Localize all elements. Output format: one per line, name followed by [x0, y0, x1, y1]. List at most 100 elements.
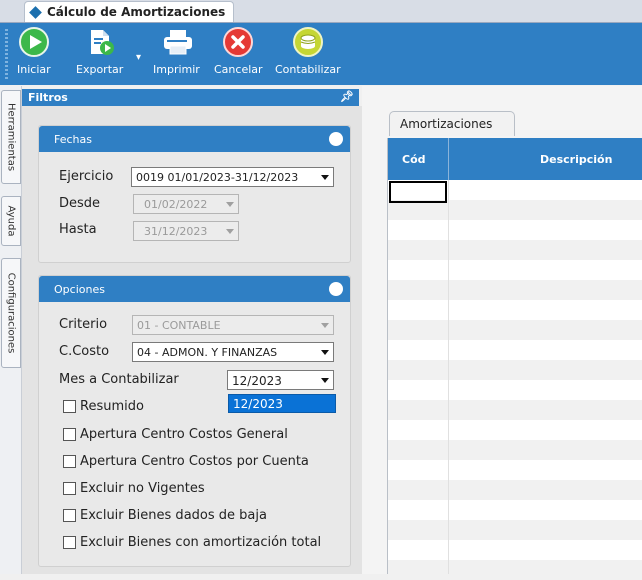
hasta-date-field[interactable]: 31/12/2023 — [133, 221, 239, 241]
table-row[interactable] — [388, 240, 642, 260]
tab-amortizaciones-label: Amortizaciones — [400, 117, 493, 131]
column-header-descripcion[interactable]: Descripción — [449, 138, 642, 180]
toolbar: Iniciar Exportar ▾ Imprimir Cancelar Con… — [0, 23, 642, 85]
grid-header: Cód Descripción — [388, 138, 642, 180]
chevron-down-icon — [321, 323, 329, 328]
table-row[interactable] — [388, 340, 642, 360]
selected-cell[interactable] — [389, 181, 447, 203]
column-header-cod-label: Cód — [402, 153, 426, 166]
checkbox-box[interactable] — [63, 509, 76, 522]
checkbox-box[interactable] — [63, 536, 76, 549]
table-row[interactable] — [388, 380, 642, 400]
hasta-value: 31/12/2023 — [144, 225, 208, 238]
tab-herramientas-label: Herramientas — [5, 102, 17, 172]
table-row[interactable] — [388, 320, 642, 340]
chevron-down-icon — [226, 202, 234, 207]
ccosto-select[interactable]: 04 - ADMON. Y FINANZAS — [132, 342, 334, 362]
contabilizar-label: Contabilizar — [275, 63, 341, 76]
tab-configuraciones-label: Configuraciones — [5, 272, 17, 354]
chevron-down-icon — [321, 175, 329, 180]
tab-configuraciones[interactable]: Configuraciones — [1, 258, 21, 368]
app-icon — [29, 5, 42, 19]
table-row[interactable] — [388, 360, 642, 380]
apertura-general-checkbox[interactable]: Apertura Centro Costos General — [63, 427, 288, 442]
coins-icon — [292, 27, 323, 57]
table-row[interactable] — [388, 460, 642, 480]
cancel-icon — [223, 27, 254, 57]
export-icon — [85, 27, 115, 57]
tab-ayuda[interactable]: Ayuda — [1, 196, 21, 246]
fechas-header[interactable]: Fechas — [39, 126, 350, 152]
toolbar-grip[interactable] — [5, 29, 8, 79]
imprimir-button[interactable]: Imprimir — [153, 27, 200, 76]
desde-value: 01/02/2022 — [144, 198, 208, 211]
ejercicio-value: 0019 01/01/2023-31/12/2023 — [136, 171, 299, 184]
checkbox-box[interactable] — [63, 482, 76, 495]
table-row[interactable] — [388, 400, 642, 420]
window-tab-title: Cálculo de Amortizaciones — [47, 5, 226, 19]
grid-column-separator — [448, 180, 449, 574]
ccosto-value: 04 - ADMON. Y FINANZAS — [137, 346, 278, 359]
exportar-button[interactable]: Exportar — [76, 27, 123, 76]
checkbox-box[interactable] — [63, 455, 76, 468]
excluir-baja-checkbox[interactable]: Excluir Bienes dados de baja — [63, 508, 267, 523]
table-row[interactable] — [388, 280, 642, 300]
fechas-title: Fechas — [54, 133, 92, 146]
chevron-down-icon — [321, 378, 329, 383]
table-row[interactable] — [388, 500, 642, 520]
excluir-amortizacion-total-checkbox[interactable]: Excluir Bienes con amortización total — [63, 535, 321, 550]
column-header-descripcion-label: Descripción — [540, 153, 613, 166]
checkbox-box[interactable] — [63, 400, 76, 413]
contabilizar-button[interactable]: Contabilizar — [275, 27, 341, 76]
table-row[interactable] — [388, 440, 642, 460]
mes-dropdown-option[interactable]: 12/2023 — [228, 394, 336, 413]
table-row[interactable] — [388, 260, 642, 280]
cancelar-button[interactable]: Cancelar — [214, 27, 263, 76]
filtros-title: Filtros — [28, 91, 68, 104]
tab-herramientas[interactable]: Herramientas — [1, 90, 21, 184]
iniciar-label: Iniciar — [17, 63, 51, 76]
exportar-label: Exportar — [76, 63, 124, 76]
table-row[interactable] — [388, 520, 642, 540]
apertura-cuenta-label: Apertura Centro Costos por Cuenta — [80, 454, 309, 469]
hasta-label: Hasta — [59, 222, 97, 237]
tab-amortizaciones[interactable]: Amortizaciones — [389, 111, 515, 136]
table-row[interactable] — [388, 200, 642, 220]
ejercicio-select[interactable]: 0019 01/01/2023-31/12/2023 — [131, 167, 334, 187]
pin-icon[interactable]: 📌︎ — [340, 90, 354, 103]
excluir-baja-label: Excluir Bienes dados de baja — [80, 508, 267, 523]
resumido-checkbox[interactable]: Resumido — [63, 399, 144, 414]
chevron-down-icon — [226, 229, 234, 234]
side-tab-bar: Herramientas Ayuda Configuraciones — [0, 86, 22, 574]
collapse-icon[interactable] — [329, 132, 343, 146]
table-row[interactable] — [388, 540, 642, 560]
table-row[interactable] — [388, 480, 642, 500]
table-row[interactable] — [388, 560, 642, 580]
window-tab[interactable]: Cálculo de Amortizaciones — [24, 1, 235, 22]
mes-contabilizar-select[interactable]: 12/2023 — [227, 370, 334, 390]
collapse-icon[interactable] — [329, 282, 343, 296]
table-row[interactable] — [388, 300, 642, 320]
imprimir-label: Imprimir — [153, 63, 200, 76]
mes-dropdown-option-label: 12/2023 — [233, 397, 283, 411]
mes-contabilizar-label: Mes a Contabilizar — [59, 372, 179, 387]
table-row[interactable] — [388, 420, 642, 440]
criterio-select[interactable]: 01 - CONTABLE — [132, 315, 334, 335]
iniciar-button[interactable]: Iniciar — [17, 27, 51, 76]
column-header-cod[interactable]: Cód — [388, 138, 449, 180]
apertura-cuenta-checkbox[interactable]: Apertura Centro Costos por Cuenta — [63, 454, 309, 469]
table-row[interactable] — [388, 220, 642, 240]
chevron-down-icon — [321, 350, 329, 355]
excluir-no-vigentes-checkbox[interactable]: Excluir no Vigentes — [63, 481, 205, 496]
play-icon — [18, 27, 49, 57]
opciones-header[interactable]: Opciones — [39, 276, 350, 302]
ejercicio-label: Ejercicio — [59, 169, 114, 184]
cancelar-label: Cancelar — [214, 63, 263, 76]
checkbox-box[interactable] — [63, 428, 76, 441]
criterio-label: Criterio — [59, 317, 108, 332]
desde-label: Desde — [59, 196, 101, 211]
exportar-dropdown-arrow[interactable]: ▾ — [136, 52, 141, 63]
desde-date-field[interactable]: 01/02/2022 — [133, 194, 239, 214]
criterio-value: 01 - CONTABLE — [137, 319, 221, 332]
printer-icon — [161, 27, 193, 57]
